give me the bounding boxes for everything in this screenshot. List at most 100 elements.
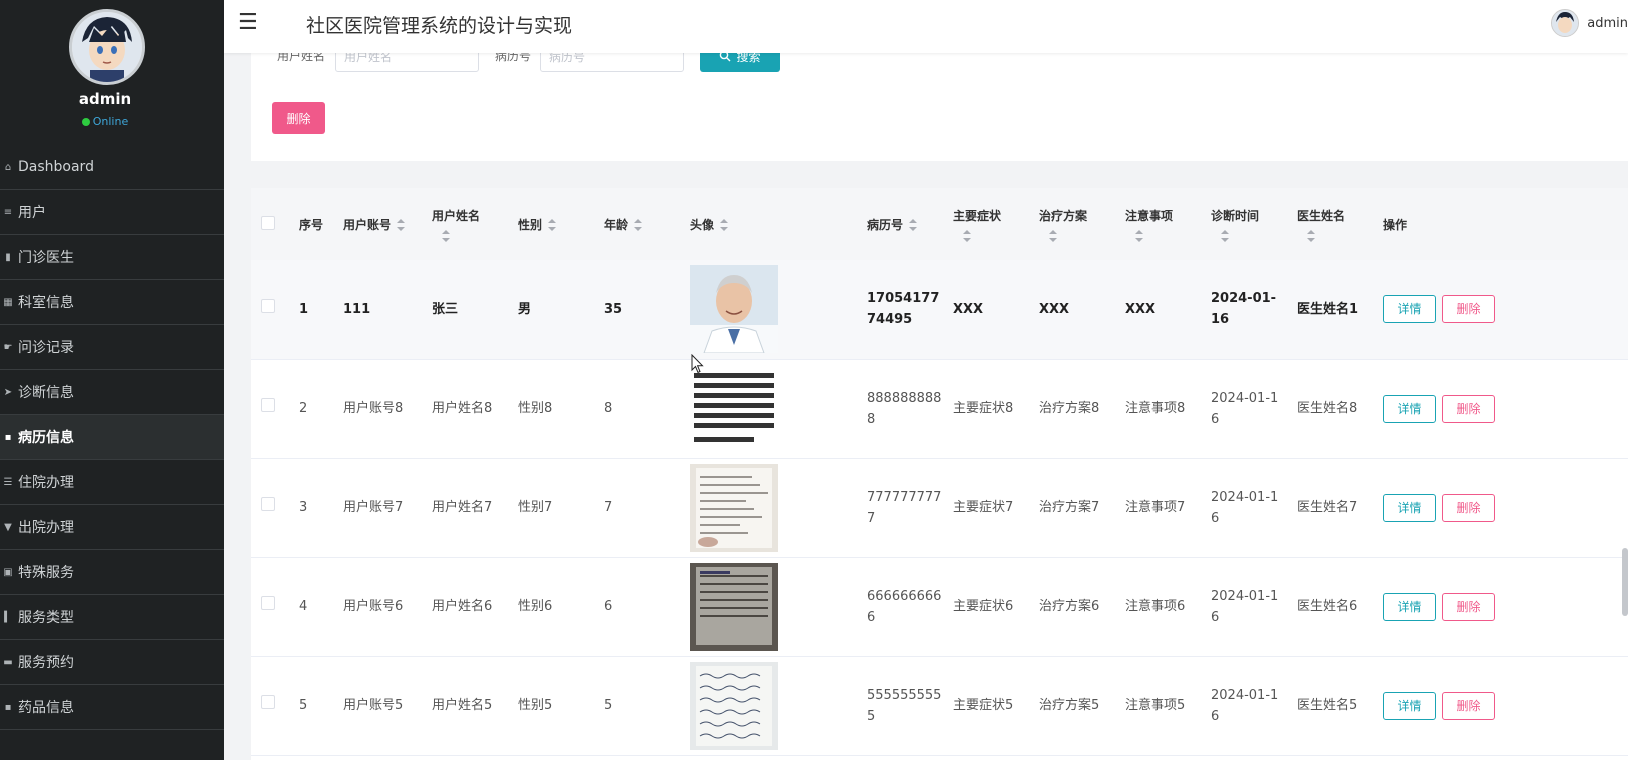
sort-icon[interactable] xyxy=(1135,229,1143,242)
select-all-checkbox[interactable] xyxy=(261,215,275,230)
col-plan[interactable]: 治疗方案 xyxy=(1039,188,1125,260)
delete-row-button[interactable]: 删除 xyxy=(1442,592,1495,621)
cell-name: 张三 xyxy=(432,260,518,359)
col-age[interactable]: 年龄 xyxy=(604,188,690,260)
col-avatar[interactable]: 头像 xyxy=(690,188,867,260)
row-checkbox[interactable] xyxy=(261,695,275,709)
cell-symptoms: 主要症状6 xyxy=(953,557,1039,656)
detail-button[interactable]: 详情 xyxy=(1383,295,1436,324)
cell-age: 6 xyxy=(604,557,690,656)
cell-doctor-text: 医生姓名1 xyxy=(1297,301,1359,317)
detail-button[interactable]: 详情 xyxy=(1383,493,1436,522)
row-checkbox[interactable] xyxy=(261,298,275,313)
avatar-thumbnail[interactable] xyxy=(690,557,867,656)
avatar-thumbnail[interactable] xyxy=(690,458,867,557)
book-icon: ▮ xyxy=(5,251,11,263)
cell-account-text: 用户账号6 xyxy=(343,599,404,614)
detail-button[interactable]: 详情 xyxy=(1383,592,1436,621)
sidebar-item-4[interactable]: ☛ 问诊记录 xyxy=(0,325,224,370)
cell-account: 用户账号6 xyxy=(343,557,432,656)
user-avatar[interactable] xyxy=(69,9,145,85)
cell-plan: 治疗方案7 xyxy=(1039,458,1125,557)
cell-time: 2024-01-16 xyxy=(1211,359,1297,458)
sidebar-item-9[interactable]: ▣ 特殊服务 xyxy=(0,550,224,595)
cell-time-text: 2024-01-16 xyxy=(1211,489,1279,526)
cell-doctor-text: 医生姓名7 xyxy=(1297,500,1358,515)
cell-index: 4 xyxy=(299,557,343,656)
cell-doctor-text: 医生姓名6 xyxy=(1297,599,1358,614)
sidebar-item-label: 问诊记录 xyxy=(18,340,74,356)
sidebar-item-10[interactable]: ▍ 服务类型 xyxy=(0,595,224,640)
col-time[interactable]: 诊断时间 xyxy=(1211,188,1297,260)
row-checkbox[interactable] xyxy=(261,596,275,610)
cell-age-text: 8 xyxy=(604,401,613,416)
cell-plan: 治疗方案6 xyxy=(1039,557,1125,656)
col-record[interactable]: 病历号 xyxy=(867,188,953,260)
col-gender[interactable]: 性别 xyxy=(518,188,604,260)
sort-icon[interactable] xyxy=(1049,229,1057,242)
delete-row-button[interactable]: 删除 xyxy=(1442,691,1495,720)
cell-index-text: 5 xyxy=(299,698,308,713)
sort-icon[interactable] xyxy=(963,229,971,242)
menu-toggle-icon[interactable]: ☰ xyxy=(238,10,258,35)
cell-record: 6666666666 xyxy=(867,557,953,656)
sort-icon[interactable] xyxy=(1307,229,1315,242)
col-name[interactable]: 用户姓名 xyxy=(432,188,518,260)
col-account[interactable]: 用户账号 xyxy=(343,188,432,260)
delete-row-button[interactable]: 删除 xyxy=(1442,394,1495,423)
cell-account: 111 xyxy=(343,260,432,359)
home-icon: ⌂ xyxy=(4,161,12,173)
sort-icon[interactable] xyxy=(442,229,450,242)
sidebar-item-5[interactable]: ➤ 诊断信息 xyxy=(0,370,224,415)
top-user-menu[interactable]: admin xyxy=(1551,9,1628,37)
cell-notes-text: 注意事项7 xyxy=(1125,500,1186,515)
sidebar-item-7[interactable]: ☰ 住院办理 xyxy=(0,460,224,505)
cell-index: 5 xyxy=(299,656,343,755)
sidebar-item-8[interactable]: ▼ 出院办理 xyxy=(0,505,224,550)
col-doctor[interactable]: 医生姓名 xyxy=(1297,188,1383,260)
sort-icon[interactable] xyxy=(548,219,557,231)
row-checkbox[interactable] xyxy=(261,398,275,412)
sidebar-item-12[interactable]: ▪ 药品信息 xyxy=(0,685,224,730)
row-checkbox[interactable] xyxy=(261,497,275,511)
col-notes[interactable]: 注意事项 xyxy=(1125,188,1211,260)
form-dark-image xyxy=(690,562,778,651)
sidebar-item-label: 住院办理 xyxy=(18,475,74,491)
sidebar-item-0[interactable]: ⌂ Dashboard xyxy=(0,145,224,190)
cell-index-text: 1 xyxy=(299,301,309,317)
cell-plan-text: XXX xyxy=(1039,301,1070,317)
sidebar-item-11[interactable]: ▬ 服务预约 xyxy=(0,640,224,685)
paper-image xyxy=(690,463,778,552)
detail-button[interactable]: 详情 xyxy=(1383,691,1436,720)
detail-button[interactable]: 详情 xyxy=(1383,394,1436,423)
send-icon: ➤ xyxy=(3,386,13,398)
cell-symptoms-text: 主要症状8 xyxy=(953,401,1014,416)
sidebar-item-label: 科室信息 xyxy=(18,295,74,311)
cell-account-text: 用户账号8 xyxy=(343,401,404,416)
sort-icon[interactable] xyxy=(634,219,643,231)
row-select-cell xyxy=(251,359,299,458)
delete-row-button[interactable]: 删除 xyxy=(1442,295,1495,324)
sidebar-item-1[interactable]: ≡ 用户 xyxy=(0,190,224,235)
sidebar-item-6[interactable]: ▪ 病历信息 xyxy=(0,415,224,460)
row-actions: 详情 删除 xyxy=(1383,458,1628,557)
batch-delete-button[interactable]: 删除 xyxy=(272,102,325,134)
sidebar-item-2[interactable]: ▮ 门诊医生 xyxy=(0,235,224,280)
cell-symptoms: 主要症状5 xyxy=(953,656,1039,755)
cell-symptoms-text: XXX xyxy=(953,301,984,317)
sort-icon[interactable] xyxy=(397,219,406,231)
row-actions: 详情 删除 xyxy=(1383,557,1628,656)
sort-icon[interactable] xyxy=(909,219,918,231)
cell-age-text: 35 xyxy=(604,301,623,317)
apps-icon: ▪ xyxy=(4,431,12,443)
sort-icon[interactable] xyxy=(1221,229,1229,242)
sidebar-item-3[interactable]: ▦ 科室信息 xyxy=(0,280,224,325)
col-symptoms[interactable]: 主要症状 xyxy=(953,188,1039,260)
avatar-thumbnail[interactable] xyxy=(690,359,867,458)
avatar-thumbnail[interactable] xyxy=(690,656,867,755)
sort-icon[interactable] xyxy=(720,219,729,231)
delete-row-button[interactable]: 删除 xyxy=(1442,493,1495,522)
cell-gender: 性别6 xyxy=(518,557,604,656)
avatar-thumbnail[interactable] xyxy=(690,260,867,359)
scrollbar-thumb[interactable] xyxy=(1622,548,1628,616)
